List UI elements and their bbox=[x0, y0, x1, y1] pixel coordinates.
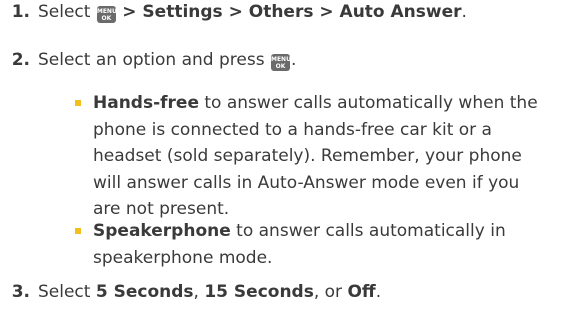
menu-ok-key-icon: MENU OK bbox=[270, 54, 291, 71]
step-number: 1. bbox=[11, 2, 30, 22]
step-number: 3. bbox=[11, 282, 30, 302]
step-number: 2. bbox=[11, 50, 30, 70]
step-1: 1. Select MENU OK > Settings > Others > Au… bbox=[0, 2, 467, 23]
bullet-icon bbox=[75, 228, 81, 234]
step-3: 3. Select 5 Seconds, 15 Seconds, or Off. bbox=[0, 282, 381, 302]
menu-path: > Settings > Others > Auto Answer bbox=[122, 2, 462, 22]
step-text: Select bbox=[38, 282, 91, 302]
option-label: Speakerphone bbox=[93, 221, 231, 241]
step-text: Select bbox=[38, 2, 91, 22]
option-15-seconds: 15 Seconds bbox=[204, 282, 314, 302]
option-hands-free: Hands-free to answer calls automatically… bbox=[75, 90, 545, 223]
option-speakerphone: Speakerphone to answer calls automatical… bbox=[75, 218, 545, 271]
option-5-seconds: 5 Seconds bbox=[95, 282, 194, 302]
option-off: Off bbox=[347, 282, 376, 302]
bullet-icon bbox=[75, 100, 81, 106]
step-text: Select an option and press bbox=[38, 50, 265, 70]
menu-ok-key-icon: MENU OK bbox=[96, 6, 117, 23]
step-2: 2. Select an option and press MENU OK. bbox=[0, 50, 296, 71]
option-label: Hands-free bbox=[93, 93, 199, 113]
